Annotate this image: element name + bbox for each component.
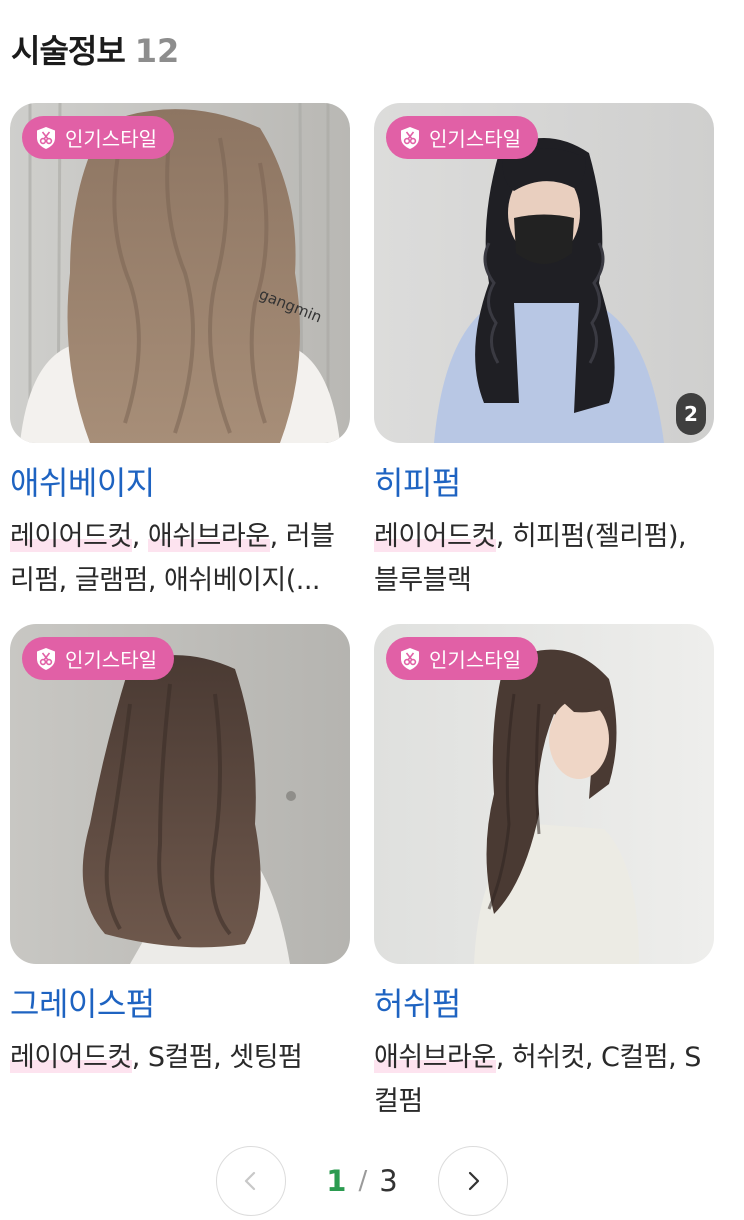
tag-separator: , [131, 521, 148, 552]
tag-highlighted: 레이어드컷 [10, 1042, 132, 1073]
style-name[interactable]: 허쉬펌 [374, 982, 714, 1026]
style-name[interactable]: 그레이스펌 [10, 982, 350, 1026]
scissors-shield-icon [399, 126, 421, 150]
style-photo[interactable]: 인기스타일 [10, 624, 350, 964]
scissors-shield-icon [35, 126, 57, 150]
style-card[interactable]: gangmin 인기스타일 애쉬베이지 레이어드컷, 애쉬브라운, 러블리펌, … [10, 103, 350, 603]
tag-highlighted: 애쉬브라운 [374, 1042, 496, 1073]
badge-label: 인기스타일 [429, 648, 521, 672]
tag-text: , S컬펌, 셋팅펌 [131, 1042, 303, 1073]
style-tags: 레이어드컷, S컬펌, 셋팅펌 [10, 1036, 350, 1080]
photo-count-badge: 2 [676, 393, 706, 435]
chevron-right-icon [468, 1171, 480, 1191]
style-photo[interactable]: gangmin 인기스타일 [10, 103, 350, 443]
style-card[interactable]: 인기스타일 허쉬펌 애쉬브라운, 허쉬컷, C컬펌, S컬펌 [374, 624, 714, 1124]
popular-style-badge: 인기스타일 [22, 116, 174, 159]
popular-style-badge: 인기스타일 [22, 637, 174, 680]
badge-label: 인기스타일 [65, 648, 157, 672]
section-header: 시술정보 12 [11, 26, 179, 70]
next-page-button[interactable] [438, 1146, 508, 1216]
style-tags: 애쉬브라운, 허쉬컷, C컬펌, S컬펌 [374, 1036, 714, 1124]
scissors-shield-icon [399, 647, 421, 671]
style-photo[interactable]: 인기스타일 [374, 624, 714, 964]
tag-highlighted: 레이어드컷 [374, 521, 496, 552]
section-count: 12 [134, 32, 180, 70]
popular-style-badge: 인기스타일 [386, 116, 538, 159]
popular-style-badge: 인기스타일 [386, 637, 538, 680]
style-name[interactable]: 히피펌 [374, 461, 714, 505]
style-name[interactable]: 애쉬베이지 [10, 461, 350, 505]
scissors-shield-icon [35, 647, 57, 671]
style-tags: 레이어드컷, 히피펌(젤리펌), 블루블랙 [374, 515, 714, 603]
badge-label: 인기스타일 [429, 127, 521, 151]
page-indicator: 1 / 3 [286, 1146, 438, 1216]
prev-page-button[interactable] [216, 1146, 286, 1216]
badge-label: 인기스타일 [65, 127, 157, 151]
page-separator: / [358, 1166, 368, 1196]
chevron-left-icon [244, 1171, 256, 1191]
pagination: 1 / 3 [216, 1146, 508, 1216]
tag-highlighted: 레이어드컷 [10, 521, 132, 552]
style-card[interactable]: 인기스타일 그레이스펌 레이어드컷, S컬펌, 셋팅펌 [10, 624, 350, 1080]
total-pages: 3 [379, 1164, 398, 1198]
style-photo[interactable]: 인기스타일 2 [374, 103, 714, 443]
section-title: 시술정보 [11, 32, 126, 70]
current-page: 1 [326, 1164, 347, 1198]
tag-highlighted: 애쉬브라운 [147, 521, 270, 552]
style-tags: 레이어드컷, 애쉬브라운, 러블리펌, 글램펌, 애쉬베이지(... [10, 515, 350, 603]
style-card[interactable]: 인기스타일 2 히피펌 레이어드컷, 히피펌(젤리펌), 블루블랙 [374, 103, 714, 603]
